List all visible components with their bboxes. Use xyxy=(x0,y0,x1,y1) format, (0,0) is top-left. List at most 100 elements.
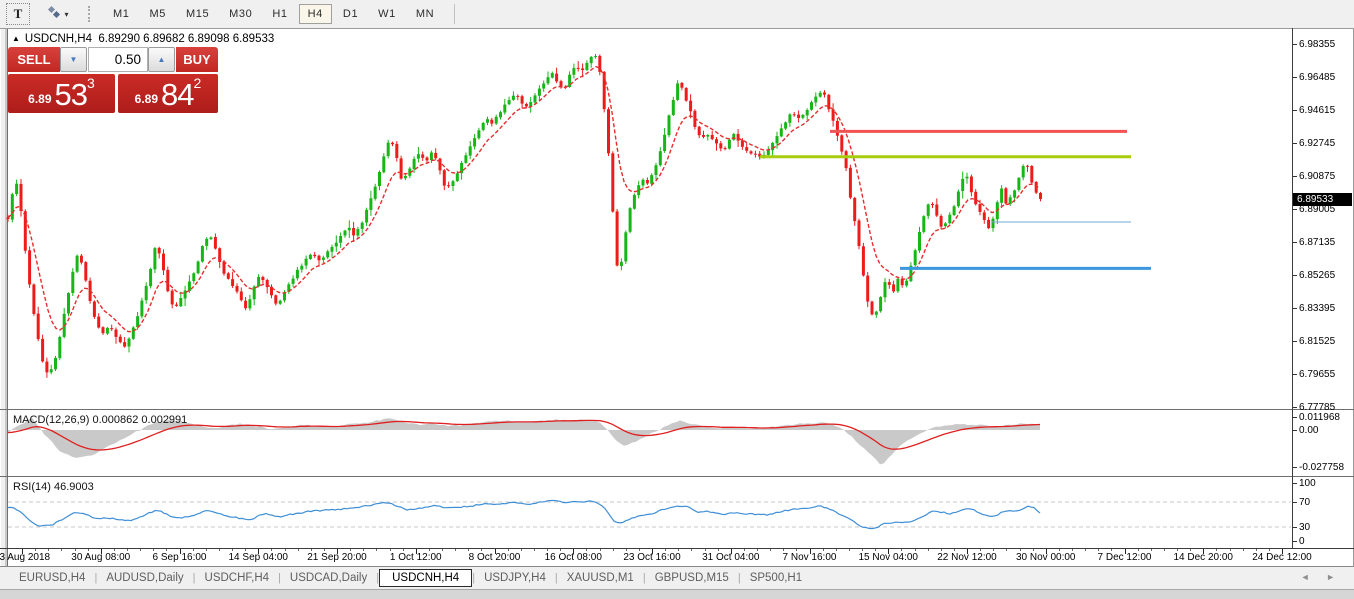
rsi-tick-label: 100 xyxy=(1299,477,1316,489)
sell-price-big: 53 xyxy=(54,77,88,112)
price-tick-mark xyxy=(1293,407,1297,408)
buy-price-prefix: 6.89 xyxy=(134,92,159,106)
status-strip xyxy=(0,589,1354,599)
time-minor-tick xyxy=(612,549,614,551)
time-minor-tick xyxy=(245,549,247,551)
time-minor-tick xyxy=(1098,549,1100,551)
time-minor-tick xyxy=(1006,549,1008,551)
volume-input[interactable]: 0.50 xyxy=(88,47,148,72)
spin-up-icon: ▲ xyxy=(157,55,166,64)
sell-price-prefix: 6.89 xyxy=(28,92,52,106)
time-minor-tick xyxy=(48,549,50,551)
time-minor-tick xyxy=(310,549,312,551)
macd-rsi-separator[interactable] xyxy=(0,476,1354,477)
time-minor-tick xyxy=(1085,549,1087,551)
time-minor-tick xyxy=(757,549,758,551)
price-tick-label: 6.92745 xyxy=(1299,137,1336,149)
time-minor-tick xyxy=(940,549,942,551)
tab-sp500-h1[interactable]: SP500,H1 xyxy=(741,569,811,587)
volume-decrease-button[interactable]: ▼ xyxy=(60,47,87,72)
time-minor-tick xyxy=(533,549,535,551)
rsi-tick-label: 0 xyxy=(1299,535,1305,547)
time-minor-tick xyxy=(770,549,772,551)
time-minor-tick xyxy=(507,549,509,551)
time-axis-label: 15 Nov 04:00 xyxy=(858,552,919,563)
tab-gbpusd-m15[interactable]: GBPUSD,M15 xyxy=(646,569,738,587)
time-minor-tick xyxy=(1137,549,1139,551)
sell-price-sup: 3 xyxy=(87,75,95,91)
macd-indicator-label: MACD(12,26,9) 0.000862 0.002991 xyxy=(13,414,188,426)
time-minor-tick xyxy=(442,549,443,551)
price-macd-separator[interactable] xyxy=(0,409,1354,410)
macd-tick-mark xyxy=(1293,467,1297,468)
tab-xauusd-m1[interactable]: XAUUSD,M1 xyxy=(558,569,643,587)
time-minor-tick xyxy=(428,549,430,551)
tab-usdcad-daily[interactable]: USDCAD,Daily xyxy=(281,569,376,587)
price-tick-label: 6.83395 xyxy=(1299,302,1336,314)
time-minor-tick xyxy=(822,549,824,551)
price-tick-mark xyxy=(1293,44,1297,45)
macd-tick-mark xyxy=(1293,417,1297,418)
price-tick-mark xyxy=(1293,242,1297,243)
time-minor-tick xyxy=(980,549,982,551)
time-minor-tick xyxy=(848,549,850,551)
time-minor-tick xyxy=(74,549,76,551)
time-minor-tick xyxy=(875,549,877,551)
collapse-arrow-icon[interactable]: ▲ xyxy=(12,34,20,43)
time-minor-tick xyxy=(271,549,273,551)
sell-price-display[interactable]: 6.89 53 3 xyxy=(8,74,115,113)
time-minor-tick xyxy=(1268,549,1270,551)
tab-scroll-arrows[interactable]: ◄ ► xyxy=(1301,572,1342,582)
sell-button[interactable]: SELL xyxy=(8,47,60,72)
time-minor-tick xyxy=(1111,549,1113,551)
time-axis-label: 1 Oct 12:00 xyxy=(389,552,442,563)
price-tick-mark xyxy=(1293,176,1297,177)
time-minor-tick xyxy=(862,549,863,551)
time-minor-tick xyxy=(1177,549,1178,551)
time-minor-tick xyxy=(1072,549,1073,551)
time-axis-label: 8 Oct 20:00 xyxy=(468,552,521,563)
tab-usdjpy-h4[interactable]: USDJPY,H4 xyxy=(475,569,555,587)
time-minor-tick xyxy=(140,549,142,551)
volume-increase-button[interactable]: ▲ xyxy=(148,47,175,72)
time-axis-label: 23 Oct 16:00 xyxy=(623,552,681,563)
rsi-tick-mark xyxy=(1293,541,1297,542)
time-axis-label: 23 Aug 2018 xyxy=(0,552,51,563)
tab-usdcnh-h4[interactable]: USDCNH,H4 xyxy=(379,569,473,587)
macd-tick-label: 0.011968 xyxy=(1299,411,1340,423)
time-minor-tick xyxy=(547,549,548,551)
time-axis-label: 22 Nov 12:00 xyxy=(937,552,997,563)
time-minor-tick xyxy=(560,549,562,551)
current-price-label: 6.89533 xyxy=(1293,193,1352,206)
time-minor-tick xyxy=(350,549,352,551)
time-minor-tick xyxy=(717,549,719,551)
price-tick-mark xyxy=(1293,77,1297,78)
chart-tab-bar: EURUSD,H4 | AUDUSD,Daily | USDCHF,H4 | USDCAD,… xyxy=(0,566,1354,589)
time-minor-tick xyxy=(35,549,37,551)
time-minor-tick xyxy=(599,549,601,551)
buy-button[interactable]: BUY xyxy=(176,47,218,72)
price-tick-label: 6.87135 xyxy=(1299,236,1336,248)
price-tick-mark xyxy=(1293,209,1297,210)
time-axis-label: 7 Nov 16:00 xyxy=(782,552,837,563)
price-tick-label: 6.81525 xyxy=(1299,335,1336,347)
tab-audusd-daily[interactable]: AUDUSD,Daily xyxy=(97,569,192,587)
time-minor-tick xyxy=(625,549,627,551)
time-minor-tick xyxy=(455,549,457,551)
rsi-indicator-label: RSI(14) 46.9003 xyxy=(13,481,94,493)
time-axis-label: 16 Oct 08:00 xyxy=(544,552,602,563)
time-minor-tick xyxy=(691,549,693,551)
time-minor-tick xyxy=(232,549,233,551)
tab-eurusd-h4[interactable]: EURUSD,H4 xyxy=(10,569,94,587)
time-axis-label: 30 Nov 00:00 xyxy=(1016,552,1076,563)
time-minor-tick xyxy=(901,549,903,551)
macd-tick-mark xyxy=(1293,430,1297,431)
tab-usdchf-h4[interactable]: USDCHF,H4 xyxy=(196,569,279,587)
time-minor-tick xyxy=(953,549,955,551)
time-axis-label: 30 Aug 08:00 xyxy=(71,552,131,563)
price-tick-label: 6.90875 xyxy=(1299,170,1336,182)
time-minor-tick xyxy=(1229,549,1231,551)
time-minor-tick xyxy=(665,549,667,551)
buy-price-display[interactable]: 6.89 84 2 xyxy=(118,74,218,113)
time-minor-tick xyxy=(678,549,680,551)
